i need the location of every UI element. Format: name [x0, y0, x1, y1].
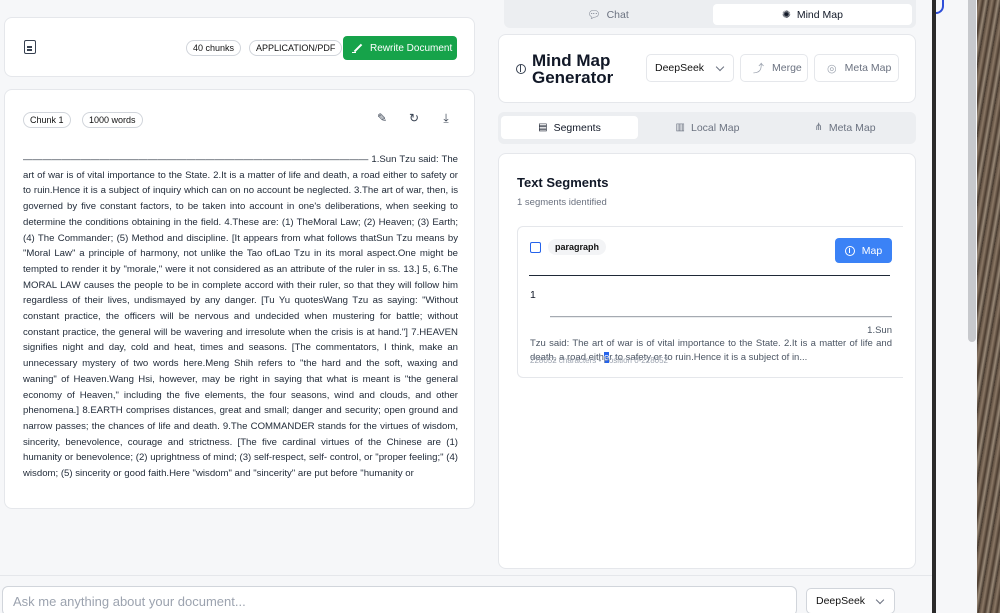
document-icon: ▤ — [538, 122, 548, 133]
tab-meta-map-label: Meta Map — [828, 121, 876, 134]
window-edge — [932, 0, 936, 613]
window-accent — [936, 0, 944, 14]
tab-local-map-label: Local Map — [691, 121, 740, 134]
rewrite-document-label: Rewrite Document — [370, 42, 453, 54]
meta-map-label: Meta Map — [844, 62, 892, 74]
segment-type-badge: paragraph — [548, 239, 607, 255]
refresh-icon[interactable]: ↻ — [407, 111, 421, 125]
title-line-1: Mind Map — [532, 51, 611, 70]
chat-input[interactable] — [2, 586, 797, 613]
segment-excerpt-line-1: ———————————————————————————————————— 1.S… — [550, 311, 892, 336]
segment-checkbox[interactable] — [530, 242, 541, 253]
desktop-background — [977, 0, 1000, 613]
document-icon — [24, 40, 36, 54]
chunks-count-badge: 40 chunks — [186, 40, 242, 56]
chevron-down-icon — [715, 62, 725, 72]
segments-title: Text Segments — [517, 175, 609, 190]
tab-mind-map-label: Mind Map — [796, 8, 843, 21]
divider — [529, 275, 890, 276]
chunk-label-badge: Chunk 1 — [23, 112, 71, 128]
merge-icon: ⤴ — [753, 63, 764, 75]
document-header: 40 chunks APPLICATION/PDF Rewrite Docume… — [4, 17, 475, 77]
tab-segments[interactable]: ▤ Segments — [501, 116, 638, 139]
merge-button[interactable]: ⤴ Merge — [740, 54, 808, 82]
map-button[interactable]: Map — [835, 238, 892, 263]
brain-icon — [844, 245, 855, 256]
tab-segments-label: Segments — [553, 121, 601, 134]
tab-mind-map[interactable]: ✺ Mind Map — [713, 4, 912, 25]
tab-chat-label: Chat — [606, 8, 629, 21]
word-count-badge: 1000 words — [82, 112, 143, 128]
map-button-label: Map — [861, 244, 883, 257]
bulb-icon: ✺ — [782, 8, 791, 21]
model-select[interactable]: DeepSeek — [646, 54, 734, 82]
meta-map-button[interactable]: ◎ Meta Map — [814, 54, 899, 82]
title-line-2: Generator — [532, 68, 614, 87]
chat-model-value: DeepSeek — [816, 595, 866, 607]
chunk-toolbar: ✎ ↻ ⤓ — [375, 111, 453, 125]
download-icon[interactable]: ⤓ — [439, 111, 453, 125]
rewrite-document-button[interactable]: Rewrite Document — [343, 36, 457, 60]
chat-model-select[interactable]: DeepSeek — [806, 588, 895, 613]
map-icon: ▥ — [675, 122, 685, 133]
segments-count: 1 segments identified — [517, 197, 607, 208]
edit-icon[interactable]: ✎ — [375, 111, 389, 125]
merge-label: Merge — [772, 62, 802, 74]
mind-map-header: Mind Map Generator DeepSeek ⤴ Merge ◎ Me… — [498, 34, 916, 103]
segments-panel: Text Segments 1 segments identified para… — [498, 153, 916, 569]
tab-meta-map[interactable]: ⋔ Meta Map — [777, 116, 913, 139]
segment-number: 1 — [530, 289, 536, 301]
page-title: Mind Map Generator — [532, 52, 613, 86]
sub-tab-bar: ▤ Segments ▥ Local Map ⋔ Meta Map — [498, 112, 916, 144]
chat-bar: DeepSeek — [0, 575, 932, 613]
chunk-text: ———————————————————————————————————— 1.S… — [23, 154, 458, 480]
chat-bubble-icon: 💬︎ — [587, 9, 601, 21]
tab-local-map[interactable]: ▥ Local Map — [640, 116, 775, 139]
network-icon: ⋔ — [814, 122, 823, 133]
top-tab-bar: 💬︎ Chat ✺ Mind Map — [504, 0, 916, 28]
segment-meta: 228052 characters • Position 0-228052 — [530, 356, 669, 365]
tab-chat[interactable]: 💬︎ Chat — [508, 4, 708, 25]
chevron-down-icon — [875, 595, 885, 605]
model-select-value: DeepSeek — [655, 62, 705, 74]
pencil-icon — [352, 43, 362, 53]
globe-icon: ◎ — [827, 62, 837, 75]
segment-card: paragraph Map 1 ————————————————————————… — [517, 226, 903, 378]
chunk-panel: Chunk 1 1000 words ✎ ↻ ⤓ ———————————————… — [4, 89, 475, 509]
file-type-badge: APPLICATION/PDF — [249, 40, 343, 56]
scrollbar[interactable] — [968, 0, 976, 342]
brain-icon — [516, 64, 526, 74]
